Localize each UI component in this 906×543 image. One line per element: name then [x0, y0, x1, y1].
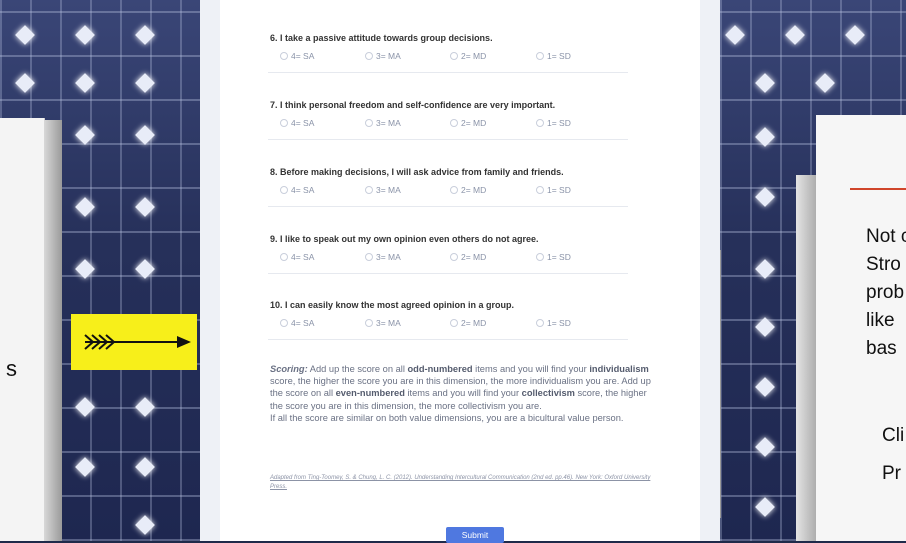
radio-button[interactable] — [280, 186, 288, 194]
left-slide-card: s — [0, 118, 45, 541]
scoring-lead: Scoring: — [270, 364, 308, 374]
option-sa[interactable]: 4= SA — [270, 185, 365, 195]
option-ma[interactable]: 3= MA — [365, 185, 450, 195]
option-md[interactable]: 2= MD — [450, 118, 536, 128]
option-sa[interactable]: 4= SA — [270, 118, 365, 128]
answer-options: 4= SA 3= MA 2= MD 1= SD — [270, 318, 670, 328]
radio-button[interactable] — [365, 319, 373, 327]
radio-button[interactable] — [536, 186, 544, 194]
option-md[interactable]: 2= MD — [450, 252, 536, 262]
option-sa[interactable]: 4= SA — [270, 51, 365, 61]
radio-button[interactable] — [536, 253, 544, 261]
scoring-instructions: Scoring: Add up the score on all odd-num… — [270, 364, 651, 423]
option-sd[interactable]: 1= SD — [536, 252, 616, 262]
option-md[interactable]: 2= MD — [450, 185, 536, 195]
question-7: 7. I think personal freedom and self-con… — [270, 100, 670, 128]
radio-button[interactable] — [280, 319, 288, 327]
radio-button[interactable] — [280, 253, 288, 261]
question-title: 6. I take a passive attitude towards gro… — [270, 33, 493, 43]
option-sd[interactable]: 1= SD — [536, 51, 616, 61]
radio-button[interactable] — [536, 52, 544, 60]
option-md[interactable]: 2= MD — [450, 51, 536, 61]
question-title: 8. Before making decisions, I will ask a… — [270, 167, 564, 177]
answer-options: 4= SA 3= MA 2= MD 1= SD — [270, 51, 670, 61]
divider — [268, 72, 628, 73]
option-ma[interactable]: 3= MA — [365, 252, 450, 262]
question-title: 10. I can easily know the most agreed op… — [270, 300, 515, 310]
radio-button[interactable] — [365, 52, 373, 60]
option-sd[interactable]: 1= SD — [536, 318, 616, 328]
radio-button[interactable] — [450, 119, 458, 127]
radio-button[interactable] — [280, 52, 288, 60]
answer-options: 4= SA 3= MA 2= MD 1= SD — [270, 118, 670, 128]
question-9: 9. I like to speak out my own opinion ev… — [270, 234, 670, 262]
arrow-sign[interactable] — [71, 314, 197, 370]
answer-options: 4= SA 3= MA 2= MD 1= SD — [270, 185, 670, 195]
divider — [268, 206, 628, 207]
option-md[interactable]: 2= MD — [450, 318, 536, 328]
radio-button[interactable] — [365, 186, 373, 194]
question-6: 6. I take a passive attitude towards gro… — [270, 33, 670, 61]
citation-link[interactable]: Adapted from Ting-Toomey, S. & Chung, L.… — [270, 474, 662, 492]
option-ma[interactable]: 3= MA — [365, 51, 450, 61]
question-title: 7. I think personal freedom and self-con… — [270, 100, 556, 110]
radio-button[interactable] — [536, 119, 544, 127]
radio-button[interactable] — [450, 319, 458, 327]
option-sd[interactable]: 1= SD — [536, 118, 616, 128]
question-title: 9. I like to speak out my own opinion ev… — [270, 234, 539, 244]
option-sa[interactable]: 4= SA — [270, 318, 365, 328]
radio-button[interactable] — [365, 119, 373, 127]
radio-button[interactable] — [365, 253, 373, 261]
divider — [268, 273, 628, 274]
option-ma[interactable]: 3= MA — [365, 118, 450, 128]
option-sa[interactable]: 4= SA — [270, 252, 365, 262]
left-book-spine — [44, 120, 62, 541]
right-card-text: Not c Stro prob like bas — [866, 226, 906, 359]
radio-button[interactable] — [450, 253, 458, 261]
radio-button[interactable] — [450, 186, 458, 194]
radio-button[interactable] — [450, 52, 458, 60]
form-backdrop: 6. I take a passive attitude towards gro… — [200, 0, 720, 543]
divider — [268, 339, 628, 340]
left-card-text: s — [6, 356, 17, 381]
right-arrow-icon — [84, 334, 191, 350]
questionnaire-form: 6. I take a passive attitude towards gro… — [220, 0, 700, 543]
question-8: 8. Before making decisions, I will ask a… — [270, 167, 670, 195]
accent-line — [850, 188, 906, 190]
option-ma[interactable]: 3= MA — [365, 318, 450, 328]
right-slide-card: Not c Stro prob like bas Cli Pr — [816, 115, 906, 541]
divider — [268, 139, 628, 140]
option-sd[interactable]: 1= SD — [536, 185, 616, 195]
answer-options: 4= SA 3= MA 2= MD 1= SD — [270, 252, 670, 262]
right-card-text-lower: Cli Pr — [882, 425, 905, 484]
question-10: 10. I can easily know the most agreed op… — [270, 300, 670, 328]
radio-button[interactable] — [536, 319, 544, 327]
radio-button[interactable] — [280, 119, 288, 127]
